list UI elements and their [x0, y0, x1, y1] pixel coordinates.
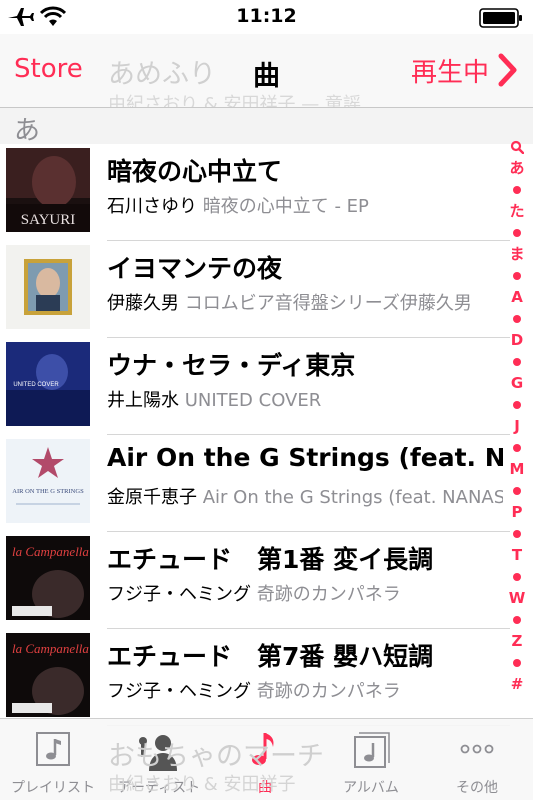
mini-player-subtitle: 由紀さおり & 安田祥子	[108, 774, 296, 795]
song-album: 奇跡のカンパネラ	[256, 681, 401, 702]
playlist-icon	[36, 732, 70, 766]
more-icon	[460, 744, 494, 754]
song-title: ウナ・セラ・ディ東京	[107, 351, 356, 380]
index-dot[interactable]	[505, 179, 529, 201]
index-letter[interactable]: J	[505, 416, 529, 438]
index-letter[interactable]: W	[505, 588, 529, 610]
song-artist: 石川さゆり	[107, 196, 197, 217]
mini-player-title: おもちゃのマーチ	[108, 741, 324, 772]
album-art: UNITED COVER	[6, 342, 90, 426]
song-subtitle: 石川さゆり 暗夜の心中立て - EP	[107, 192, 503, 218]
song-title: イヨマンテの夜	[107, 254, 283, 283]
index-letter[interactable]: #	[505, 674, 529, 696]
index-letter[interactable]: P	[505, 502, 529, 524]
album-icon	[354, 732, 390, 768]
index-dot[interactable]	[505, 308, 529, 330]
song-row[interactable]: イヨマンテの夜 伊藤久男 コロムビア音得盤シリーズ伊藤久男	[0, 241, 510, 338]
index-letter[interactable]: た	[505, 201, 529, 223]
song-album: 暗夜の心中立て - EP	[202, 196, 369, 217]
tab-label: アルバム	[343, 780, 399, 796]
index-letter[interactable]: M	[505, 459, 529, 481]
now-playing-button[interactable]: 再生中	[411, 52, 489, 89]
index-dot[interactable]	[505, 480, 529, 502]
section-header: あ	[0, 108, 533, 146]
battery-icon	[479, 8, 522, 28]
album-art: AIR ON THE G STRINGS	[6, 439, 90, 523]
album-art: SAYURI	[6, 148, 90, 232]
song-artist: 金原千恵子	[107, 487, 197, 508]
search-icon	[510, 140, 525, 154]
index-dot[interactable]	[505, 652, 529, 674]
song-artist: フジ子・ヘミング	[107, 681, 251, 702]
album-art	[6, 245, 90, 329]
index-dot[interactable]	[505, 523, 529, 545]
index-letter[interactable]: G	[505, 373, 529, 395]
index-dot[interactable]	[505, 222, 529, 244]
section-index-bar[interactable]: あ た ま A D G J M P T W Z #	[505, 136, 529, 696]
song-artist: 伊藤久男	[107, 293, 179, 314]
song-subtitle: 井上陽水 UNITED COVER	[107, 386, 503, 412]
song-row[interactable]: la Campanella エチュード 第7番 嬰ハ短調 フジ子・ヘミング 奇跡…	[0, 629, 510, 726]
index-letter[interactable]: D	[505, 330, 529, 352]
tab-label: プレイリスト	[11, 780, 95, 796]
song-list: SAYURI 暗夜の心中立て 石川さゆり 暗夜の心中立て - EP イヨマンテの…	[0, 144, 510, 726]
song-artist: フジ子・ヘミング	[107, 584, 251, 605]
album-art-text: la Campanella	[12, 544, 89, 559]
song-subtitle: 伊藤久男 コロムビア音得盤シリーズ伊藤久男	[107, 289, 503, 315]
tab-playlists[interactable]: プレイリスト	[0, 719, 106, 800]
index-dot[interactable]	[505, 609, 529, 631]
song-album: コロムビア音得盤シリーズ伊藤久男	[184, 293, 472, 314]
tab-more[interactable]: その他	[424, 719, 530, 800]
tab-label: その他	[456, 780, 498, 796]
index-dot[interactable]	[505, 265, 529, 287]
song-row[interactable]: SAYURI 暗夜の心中立て 石川さゆり 暗夜の心中立て - EP	[0, 144, 510, 241]
song-title: エチュード 第1番 変イ長調	[107, 545, 434, 574]
status-time: 11:12	[236, 5, 297, 27]
chevron-right-icon[interactable]	[497, 52, 519, 88]
song-subtitle: フジ子・ヘミング 奇跡のカンパネラ	[107, 677, 503, 703]
song-album: Air On the G Strings (feat. NANASE)	[202, 487, 503, 508]
index-letter[interactable]: T	[505, 545, 529, 567]
status-bar: 11:12	[0, 0, 533, 34]
song-subtitle: フジ子・ヘミング 奇跡のカンパネラ	[107, 580, 503, 606]
song-album: UNITED COVER	[184, 390, 322, 411]
index-dot[interactable]	[505, 437, 529, 459]
index-letter[interactable]: Z	[505, 631, 529, 653]
section-header-label: あ	[14, 116, 41, 146]
song-title: Air On the G Strings (feat. NANASE)	[107, 443, 503, 472]
album-art-text: AIR ON THE G STRINGS	[12, 488, 84, 495]
index-dot[interactable]	[505, 351, 529, 373]
album-art: la Campanella	[6, 633, 90, 717]
navigation-bar: あめふり 由紀さおり & 安田祥子 — 童謡 Store 曲 再生中	[0, 34, 533, 108]
index-letter[interactable]: ま	[505, 244, 529, 266]
song-row[interactable]: UNITED COVER ウナ・セラ・ディ東京 井上陽水 UNITED COVE…	[0, 338, 510, 435]
album-art-text: la Campanella	[12, 641, 89, 656]
index-letter[interactable]: あ	[505, 158, 529, 180]
song-row[interactable]: la Campanella エチュード 第1番 変イ長調 フジ子・ヘミング 奇跡…	[0, 532, 510, 629]
song-row[interactable]: AIR ON THE G STRINGS Air On the G String…	[0, 435, 510, 532]
song-artist: 井上陽水	[107, 390, 179, 411]
song-title: エチュード 第7番 嬰ハ短調	[107, 642, 434, 671]
song-album: 奇跡のカンパネラ	[256, 584, 401, 605]
index-dot[interactable]	[505, 566, 529, 588]
index-search-icon[interactable]	[505, 136, 529, 158]
song-subtitle: 金原千恵子 Air On the G Strings (feat. NANASE…	[107, 483, 503, 509]
album-art-text: UNITED COVER	[13, 382, 59, 388]
song-title: 暗夜の心中立て	[107, 157, 283, 186]
index-letter[interactable]: A	[505, 287, 529, 309]
tab-albums[interactable]: アルバム	[318, 719, 424, 800]
album-art: la Campanella	[6, 536, 90, 620]
album-art-text: SAYURI	[21, 212, 75, 228]
index-dot[interactable]	[505, 394, 529, 416]
